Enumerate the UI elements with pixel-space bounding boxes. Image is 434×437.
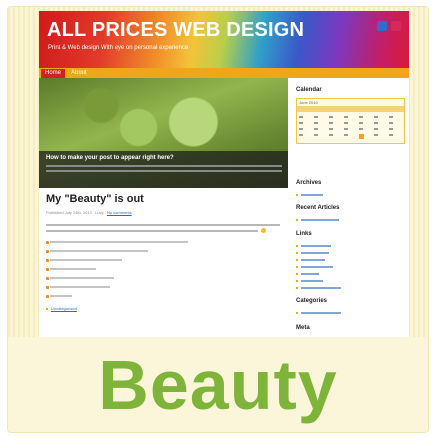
feature-item (50, 286, 110, 288)
bullet-icon (46, 286, 49, 289)
nav-home[interactable]: Home (41, 69, 66, 78)
bullet-icon (46, 250, 49, 253)
calendar-caption: June 2010 (299, 100, 318, 105)
sidebar: Calendar June 2010 Archives Recent Artic… (296, 78, 409, 337)
feed-icon[interactable] (377, 21, 387, 31)
blogroll-link[interactable] (301, 287, 341, 289)
theme-name-label: Beauty (98, 346, 338, 424)
archives-heading: Archives (296, 180, 322, 186)
banner-caption-text (46, 170, 282, 172)
feature-item (50, 259, 122, 261)
post-comments-link[interactable]: No comments (107, 210, 132, 215)
bullet-icon (296, 259, 298, 261)
feature-item (50, 268, 96, 270)
post-intro (46, 224, 280, 226)
calendar-heading: Calendar (296, 87, 322, 93)
bullet-icon (46, 295, 49, 298)
theme-preview: ALL PRICES WEB DESIGN Print & Web design… (39, 11, 409, 337)
post-category: Uncategorized (51, 306, 77, 311)
calendar-week[interactable] (299, 116, 402, 118)
theme-card[interactable]: ALL PRICES WEB DESIGN Print & Web design… (7, 6, 429, 433)
feature-item (50, 295, 72, 297)
categories-heading: Categories (296, 298, 328, 304)
recent-article-link[interactable] (301, 219, 339, 221)
bullet-icon (296, 287, 298, 289)
blogroll-link[interactable] (301, 280, 323, 282)
banner-caption: How to make your post to appear right he… (39, 151, 288, 188)
feature-item (50, 277, 114, 279)
archive-link[interactable] (301, 194, 323, 196)
smiley-icon (261, 228, 266, 233)
site-tagline: Print & Web design With eye on personal … (48, 45, 189, 51)
nav-about[interactable]: About (67, 69, 91, 78)
post-category-link[interactable]: Uncategorized (51, 306, 77, 311)
rss-icon[interactable] (391, 21, 401, 31)
bullet-icon (296, 252, 298, 254)
site-header: ALL PRICES WEB DESIGN Print & Web design… (39, 11, 409, 68)
blogroll-link[interactable] (301, 266, 333, 268)
recent-articles-heading: Recent Articles (296, 205, 340, 211)
links-heading: Links (296, 231, 312, 237)
site-title: ALL PRICES WEB DESIGN (47, 19, 305, 41)
category-link[interactable] (301, 312, 341, 314)
calendar-week[interactable] (299, 122, 402, 124)
bullet-icon (296, 219, 298, 221)
calendar-widget: June 2010 (296, 98, 405, 144)
blogroll-link[interactable] (301, 259, 325, 261)
bullet-icon (296, 266, 298, 268)
bullet-icon (296, 280, 298, 282)
calendar-week[interactable] (299, 128, 402, 130)
calendar-today[interactable] (359, 134, 364, 139)
feature-item (50, 250, 148, 252)
calendar-weekdays (297, 106, 404, 112)
bullet-icon (296, 245, 298, 247)
blogroll-link[interactable] (301, 273, 319, 275)
blogroll-link[interactable] (301, 252, 329, 254)
bullet-icon (46, 241, 49, 244)
post-intro (46, 230, 258, 232)
post-date: Published July 24th, 2010 (46, 210, 92, 215)
main-nav: Home About (39, 68, 409, 78)
post-title[interactable]: My "Beauty" is out (46, 193, 144, 205)
bullet-icon (46, 268, 49, 271)
calendar-week[interactable] (299, 134, 402, 136)
folder-icon (46, 308, 48, 310)
blogroll-link[interactable] (301, 245, 331, 247)
meta-heading: Meta (296, 325, 310, 331)
bullet-icon (296, 312, 298, 314)
bullet-icon (296, 273, 298, 275)
bullet-icon (296, 194, 298, 196)
feature-item (50, 241, 188, 243)
post-meta: Published July 24th, 2010 Lucy No commen… (46, 210, 132, 215)
banner-caption-text (46, 165, 282, 167)
featured-banner[interactable]: How to make your post to appear right he… (39, 78, 288, 188)
bullet-icon (46, 259, 49, 262)
bullet-icon (46, 277, 49, 280)
banner-caption-title: How to make your post to appear right he… (46, 155, 174, 161)
post-author: Lucy (95, 210, 104, 215)
